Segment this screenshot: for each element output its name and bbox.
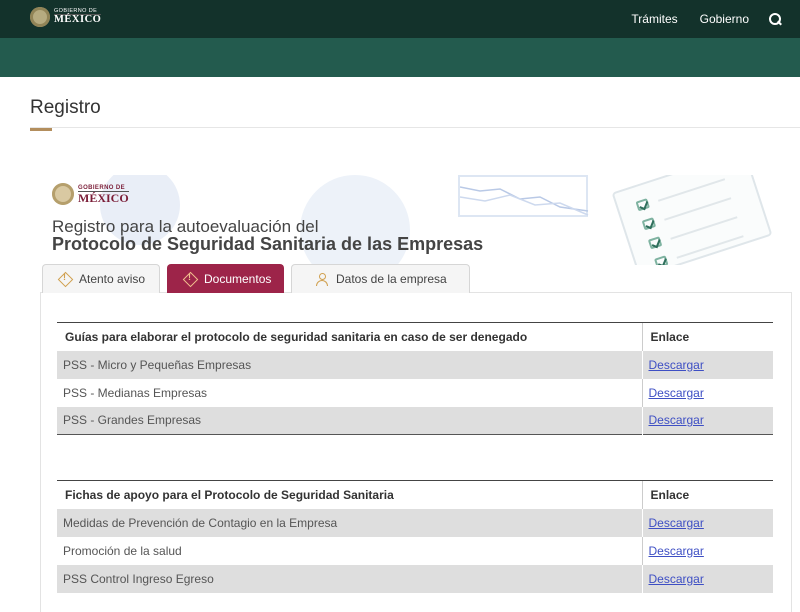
table-row: PSS - Medianas Empresas Descargar: [57, 378, 773, 407]
banner-logo: GOBIERNO DE MÉXICO: [52, 183, 129, 205]
people-icon: [316, 273, 328, 286]
title-accent-bar: [30, 128, 52, 131]
tab-label: Atento aviso: [79, 272, 146, 286]
nav-link-gobierno[interactable]: Gobierno: [700, 12, 749, 26]
table-row: PSS - Micro y Pequeñas Empresas Descarga…: [57, 350, 773, 379]
table-header-row: Guías para elaborar el protocolo de segu…: [57, 322, 773, 351]
tab-datos-empresa[interactable]: Datos de la empresa: [291, 264, 470, 293]
download-link[interactable]: Descargar: [649, 572, 704, 586]
gobierno-logo[interactable]: GOBIERNO DE MÉXICO: [30, 7, 102, 27]
column-header: Guías para elaborar el protocolo de segu…: [57, 322, 642, 351]
document-name: Promoción de la salud: [57, 536, 642, 565]
tab-documentos[interactable]: Documentos: [167, 264, 284, 293]
download-link[interactable]: Descargar: [649, 413, 704, 427]
seal-icon: [52, 183, 74, 205]
column-header: Fichas de apoyo para el Protocolo de Seg…: [57, 480, 642, 509]
table-header-row: Fichas de apoyo para el Protocolo de Seg…: [57, 480, 773, 509]
tab-atento-aviso[interactable]: Atento aviso: [42, 264, 160, 293]
banner-logo-bottom: MÉXICO: [78, 190, 129, 205]
nav-link-tramites[interactable]: Trámites: [631, 12, 677, 26]
banner: GOBIERNO DE MÉXICO Registro para la auto…: [40, 175, 773, 265]
column-header-link: Enlace: [641, 480, 773, 509]
tab-label: Documentos: [204, 272, 272, 286]
document-name: PSS Control Ingreso Egreso: [57, 564, 642, 593]
page-title: Registro: [30, 97, 101, 118]
table-row: PSS - Grandes Empresas Descargar: [57, 406, 773, 435]
logo-bottom-text: MÉXICO: [54, 14, 102, 25]
document-name: PSS - Micro y Pequeñas Empresas: [57, 350, 642, 379]
guides-table: Guías para elaborar el protocolo de segu…: [57, 322, 773, 435]
download-link[interactable]: Descargar: [649, 544, 704, 558]
download-link[interactable]: Descargar: [649, 358, 704, 372]
tab-label: Datos de la empresa: [336, 272, 447, 286]
document-name: Medidas de Prevención de Contagio en la …: [57, 508, 642, 537]
table-row: PSS Control Ingreso Egreso Descargar: [57, 564, 773, 593]
column-header-link: Enlace: [641, 322, 773, 351]
search-icon[interactable]: [769, 12, 782, 26]
support-sheets-table: Fichas de apoyo para el Protocolo de Seg…: [57, 480, 773, 593]
document-name: PSS - Grandes Empresas: [57, 406, 642, 435]
chart-illustration: [458, 175, 589, 217]
download-link[interactable]: Descargar: [649, 386, 704, 400]
warning-icon: [184, 272, 196, 285]
banner-title-line2: Protocolo de Seguridad Sanitaria de las …: [52, 234, 484, 254]
top-navbar: GOBIERNO DE MÉXICO Trámites Gobierno: [0, 0, 800, 38]
title-divider: [30, 127, 800, 128]
document-name: PSS - Medianas Empresas: [57, 378, 642, 407]
sub-navbar: [0, 38, 800, 77]
table-row: Medidas de Prevención de Contagio en la …: [57, 508, 773, 537]
seal-icon: [30, 7, 50, 27]
download-link[interactable]: Descargar: [649, 516, 704, 530]
table-row: Promoción de la salud Descargar: [57, 536, 773, 565]
checklist-illustration: [611, 175, 773, 265]
warning-icon: [59, 272, 71, 285]
